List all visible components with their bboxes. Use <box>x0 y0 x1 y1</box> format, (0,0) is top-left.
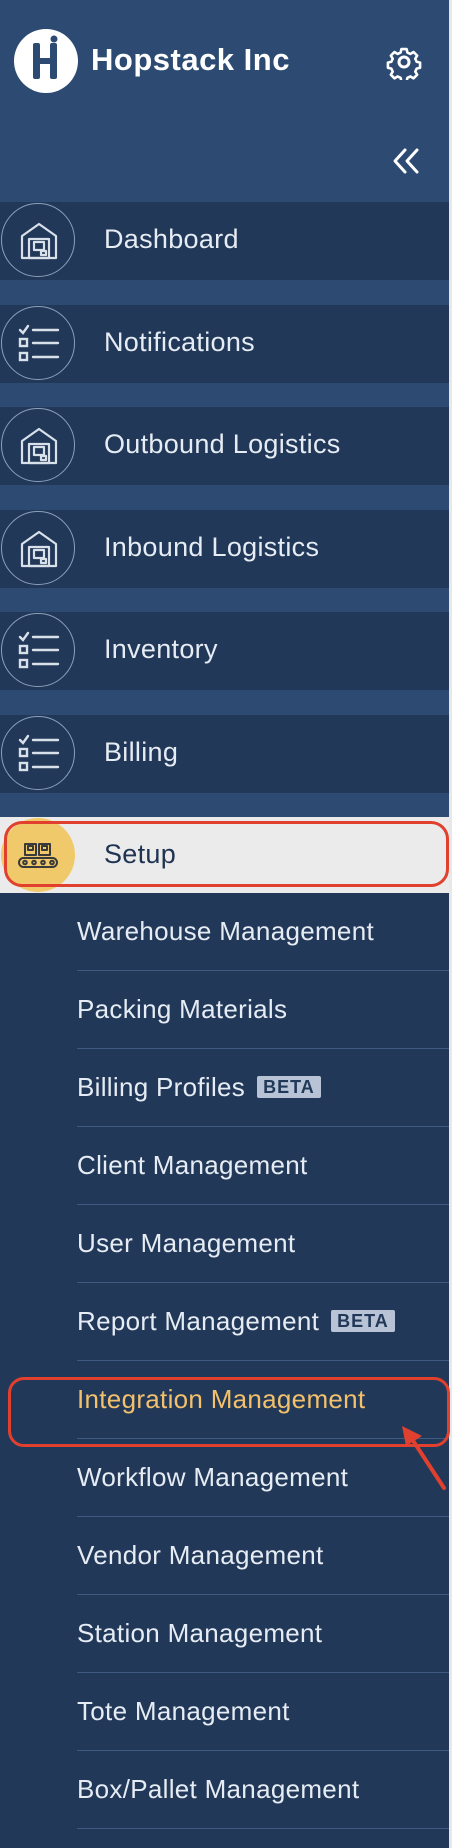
conveyor-icon <box>1 818 75 892</box>
nav-item-billing[interactable]: Billing <box>0 715 449 793</box>
company-name: Hopstack Inc <box>91 42 290 77</box>
submenu-item-billing-profiles[interactable]: Billing Profiles BETA <box>77 1049 449 1127</box>
nav-item-setup[interactable]: Setup <box>0 817 449 895</box>
submenu-item-workflow-management[interactable]: Workflow Management <box>77 1439 449 1517</box>
beta-badge: BETA <box>331 1310 395 1332</box>
submenu-item-label: Integration Management <box>77 1384 366 1414</box>
submenu-item-warehouse-management[interactable]: Warehouse Management <box>77 893 449 971</box>
submenu-item-label: Workflow Management <box>77 1462 349 1492</box>
nav-item-label: Dashboard <box>104 224 239 254</box>
nav-item-inventory[interactable]: Inventory <box>0 612 449 690</box>
submenu-item-label: Tote Management <box>77 1696 290 1726</box>
warehouse-icon <box>1 203 75 277</box>
gear-icon[interactable] <box>386 44 422 83</box>
submenu-item-report-management[interactable]: Report Management BETA <box>77 1283 449 1361</box>
submenu-item-tote-management[interactable]: Tote Management <box>77 1673 449 1751</box>
submenu-item-label: Report Management <box>77 1306 320 1336</box>
submenu-item-label: Box/Pallet Management <box>77 1774 360 1804</box>
warehouse-icon <box>1 511 75 585</box>
checklist-icon <box>1 306 75 380</box>
submenu-item-label: Packing Materials <box>77 994 288 1024</box>
nav-item-label: Outbound Logistics <box>104 429 341 459</box>
company-logo[interactable] <box>14 29 78 93</box>
nav-item-outbound-logistics[interactable]: Outbound Logistics <box>0 407 449 485</box>
submenu-item-box-pallet-management[interactable]: Box/Pallet Management <box>77 1751 449 1829</box>
annotation-arrow-icon <box>402 1426 446 1490</box>
submenu-item-label: Warehouse Management <box>77 916 374 946</box>
submenu-item-station-management[interactable]: Station Management <box>77 1595 449 1673</box>
submenu-item-label: Client Management <box>77 1150 308 1180</box>
submenu-item-vendor-management[interactable]: Vendor Management <box>77 1517 449 1595</box>
checklist-icon <box>1 613 75 687</box>
submenu-item-label: Vendor Management <box>77 1540 324 1570</box>
setup-submenu: Warehouse Management Packing Materials B… <box>0 893 449 1848</box>
submenu-item-packing-materials[interactable]: Packing Materials <box>77 971 449 1049</box>
checklist-icon <box>1 716 75 790</box>
submenu-item-label: User Management <box>77 1228 296 1258</box>
submenu-item-label: Station Management <box>77 1618 323 1648</box>
nav-item-dashboard[interactable]: Dashboard <box>0 202 449 280</box>
submenu-item-client-management[interactable]: Client Management <box>77 1127 449 1205</box>
nav-item-label: Inbound Logistics <box>104 532 320 562</box>
beta-badge: BETA <box>257 1076 321 1098</box>
submenu-item-label: Billing Profiles <box>77 1072 246 1102</box>
nav-item-label: Setup <box>104 839 177 869</box>
sidebar: Hopstack Inc Dashboard Notifications Out… <box>0 0 452 1848</box>
nav-item-inbound-logistics[interactable]: Inbound Logistics <box>0 510 449 588</box>
nav-item-label: Billing <box>104 737 179 767</box>
nav-item-notifications[interactable]: Notifications <box>0 305 449 383</box>
sidebar-header: Hopstack Inc <box>0 0 449 120</box>
double-chevron-left-icon[interactable] <box>391 146 421 176</box>
warehouse-icon <box>1 408 75 482</box>
nav-item-label: Notifications <box>104 327 255 357</box>
nav-item-label: Inventory <box>104 634 218 664</box>
submenu-item-user-management[interactable]: User Management <box>77 1205 449 1283</box>
submenu-item-integration-management[interactable]: Integration Management <box>77 1361 449 1439</box>
